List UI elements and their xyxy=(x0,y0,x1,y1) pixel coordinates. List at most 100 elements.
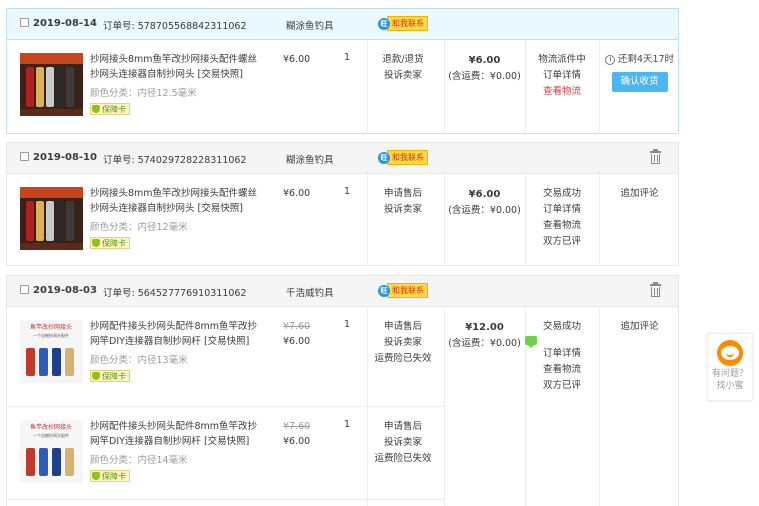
add-review-link[interactable]: 追加评论 xyxy=(620,188,658,199)
after-sale-link[interactable]: 申请售后 xyxy=(367,419,439,435)
shop-name[interactable]: 千浩威钓具 xyxy=(286,285,334,299)
guarantee-badge[interactable]: 保障卡 xyxy=(90,237,130,249)
order-card: 2019-08-03 订单号: 564527776910311062 千浩威钓具… xyxy=(6,275,679,506)
contact-label: 和我联系 xyxy=(387,150,428,165)
product-title-link[interactable]: 抄网接头8mm鱼竿改抄网接头配件螺丝抄网头连接器自制抄网头 [交易快照] xyxy=(90,186,266,216)
after-sale-link[interactable]: 申请售后 xyxy=(367,186,439,202)
order-checkbox[interactable] xyxy=(20,18,29,27)
order-operations: 追加评论 xyxy=(599,186,680,202)
product-title-link[interactable]: 抄网配件接头抄网头配件8mm鱼竿改抄网竿DIY连接器自制抄网杆 [交易快照] xyxy=(90,319,266,349)
total-amount: ¥6.00 xyxy=(468,189,501,200)
product-title-link[interactable]: 抄网配件接头抄网头配件8mm鱼竿改抄网竿DIY连接器自制抄网杆 [交易快照] xyxy=(90,419,266,449)
shipping-insurance-status: 运费险已失效 xyxy=(374,453,432,464)
fishing-connector-image xyxy=(20,53,83,116)
shield-icon xyxy=(92,472,100,480)
status-text: 交易成功 xyxy=(542,188,581,199)
order-status: 交易成功 订单详情 查看物流 双方已评 xyxy=(525,186,599,250)
order-card: 2019-08-10 订单号: 574029728228311062 糊涂鱼钓具… xyxy=(6,142,679,266)
order-item-row: 鱼竿改抄网接头 一个自制抄网头配件 抄网配件接头抄网头配件8mm鱼竿改抄网竿DI… xyxy=(7,307,444,407)
price-value: ¥6.00 xyxy=(283,336,311,347)
svg-text:鱼竿改抄网接头: 鱼竿改抄网接头 xyxy=(30,323,72,331)
order-number: 订单号: 574029728228311062 xyxy=(103,155,247,166)
order-total: ¥6.00 (含运费：¥0.00) xyxy=(444,53,525,85)
review-status[interactable]: 双方已评 xyxy=(525,234,599,250)
product-sku: 颜色分类：内径13毫米 xyxy=(90,355,188,366)
shield-icon xyxy=(92,239,100,247)
order-card: 2019-08-14 订单号: 578705568842311062 糊涂鱼钓具… xyxy=(6,8,679,134)
order-status: 物流派件中 订单详情 查看物流 xyxy=(525,52,599,100)
quantity: 1 xyxy=(344,52,351,63)
clock-icon xyxy=(604,55,615,65)
shop-name[interactable]: 糊涂鱼钓具 xyxy=(286,18,334,32)
status-text: 交易成功 xyxy=(542,321,581,332)
original-price: ¥7.60 xyxy=(283,321,311,332)
contact-seller-button[interactable]: 旺 和我联系 xyxy=(378,16,428,31)
guarantee-badge[interactable]: 保障卡 xyxy=(90,470,130,482)
svg-text:一个自制抄网头配件: 一个自制抄网头配件 xyxy=(33,332,69,338)
shop-name[interactable]: 糊涂鱼钓具 xyxy=(286,152,334,166)
product-thumbnail[interactable] xyxy=(20,187,83,250)
order-item-row: 抄网接头8mm鱼竿改抄网接头配件螺丝抄网头连接器自制抄网头 [交易快照] 颜色分… xyxy=(7,40,678,133)
help-line-2: 找小蜜 xyxy=(716,381,744,391)
quantity: 1 xyxy=(344,186,351,197)
refund-link[interactable]: 退款/退货 xyxy=(367,52,439,68)
guarantee-label: 保障卡 xyxy=(102,238,126,248)
quantity: 1 xyxy=(344,319,351,330)
order-status: 交易成功 订单详情 查看物流 双方已评 xyxy=(525,319,599,394)
product-thumbnail[interactable]: 鱼竿改抄网接头 一个自制抄网头配件 xyxy=(20,320,83,383)
guarantee-badge[interactable]: 保障卡 xyxy=(90,103,130,115)
contact-seller-button[interactable]: 旺 和我联系 xyxy=(378,150,428,165)
unit-price: ¥7.60 ¥6.00 xyxy=(283,419,310,449)
product-sku: 颜色分类：内径12.5毫米 xyxy=(90,88,197,99)
quantity: 1 xyxy=(344,419,351,430)
delete-order-icon[interactable] xyxy=(650,149,661,164)
add-review-link[interactable]: 追加评论 xyxy=(620,321,658,332)
after-sale-link[interactable]: 申请售后 xyxy=(367,319,439,335)
fishing-connector-image xyxy=(20,187,83,250)
order-operations: 追加评论 xyxy=(599,319,680,335)
view-logistics-link[interactable]: 查看物流 xyxy=(525,362,599,378)
order-checkbox[interactable] xyxy=(20,152,29,161)
wangwang-icon: 旺 xyxy=(378,151,390,164)
chat-icon[interactable] xyxy=(525,336,599,348)
order-total: ¥6.00 (含运费：¥0.00) xyxy=(444,187,525,219)
order-date: 2019-08-03 xyxy=(33,285,97,296)
complain-link[interactable]: 投诉卖家 xyxy=(367,435,439,451)
connector-product-image: 鱼竿改抄网接头 一个自制抄网头配件 xyxy=(20,320,83,383)
order-detail-link[interactable]: 订单详情 xyxy=(525,202,599,218)
complain-link[interactable]: 投诉卖家 xyxy=(367,202,439,218)
view-logistics-link[interactable]: 查看物流 xyxy=(525,218,599,234)
after-sale-actions: 申请售后 投诉卖家 xyxy=(367,186,439,218)
review-status[interactable]: 双方已评 xyxy=(525,378,599,394)
product-thumbnail[interactable] xyxy=(20,53,83,116)
view-logistics-link[interactable]: 查看物流 xyxy=(525,84,599,100)
delete-order-icon[interactable] xyxy=(650,282,661,297)
guarantee-badge[interactable]: 保障卡 xyxy=(90,370,130,382)
svg-text:鱼竿改抄网接头: 鱼竿改抄网接头 xyxy=(30,423,72,431)
order-detail-link[interactable]: 订单详情 xyxy=(525,68,599,84)
complain-link[interactable]: 投诉卖家 xyxy=(367,335,439,351)
guarantee-label: 保障卡 xyxy=(102,371,126,381)
order-item-row: 抄网接头8mm鱼竿改抄网接头配件螺丝抄网头连接器自制抄网头 [交易快照] 颜色分… xyxy=(7,174,678,265)
total-amount: ¥6.00 xyxy=(468,55,501,66)
shipping-fee: (含运费：¥0.00) xyxy=(448,205,521,216)
product-title-link[interactable]: 抄网接头8mm鱼竿改抄网接头配件螺丝抄网头连接器自制抄网头 [交易快照] xyxy=(90,52,266,82)
confirm-receipt-button[interactable]: 确认收货 xyxy=(611,72,668,92)
column-divider xyxy=(599,307,600,506)
countdown: 还剩4天17时 xyxy=(599,52,680,68)
order-date: 2019-08-10 xyxy=(33,152,97,163)
order-checkbox[interactable] xyxy=(20,285,29,294)
contact-seller-button[interactable]: 旺 和我联系 xyxy=(378,283,428,298)
after-sale-actions: 申请售后 投诉卖家 运费险已失效 xyxy=(367,419,439,467)
order-detail-link[interactable]: 订单详情 xyxy=(525,346,599,362)
product-thumbnail[interactable]: 鱼竿改抄网接头 一个自制抄网头配件 xyxy=(20,420,83,483)
shipping-fee: (含运费：¥0.00) xyxy=(448,71,521,82)
assistant-mascot-icon xyxy=(717,340,743,366)
order-header: 2019-08-03 订单号: 564527776910311062 千浩威钓具… xyxy=(7,276,678,307)
complain-link[interactable]: 投诉卖家 xyxy=(367,68,439,84)
countdown-text: 还剩4天17时 xyxy=(617,54,675,65)
help-assistant-widget[interactable]: 有问题？ 找小蜜 xyxy=(707,333,753,401)
total-amount: ¥12.00 xyxy=(465,322,504,333)
order-total: ¥12.00 (含运费：¥0.00) xyxy=(444,320,525,352)
status-text: 物流派件中 xyxy=(538,54,586,65)
